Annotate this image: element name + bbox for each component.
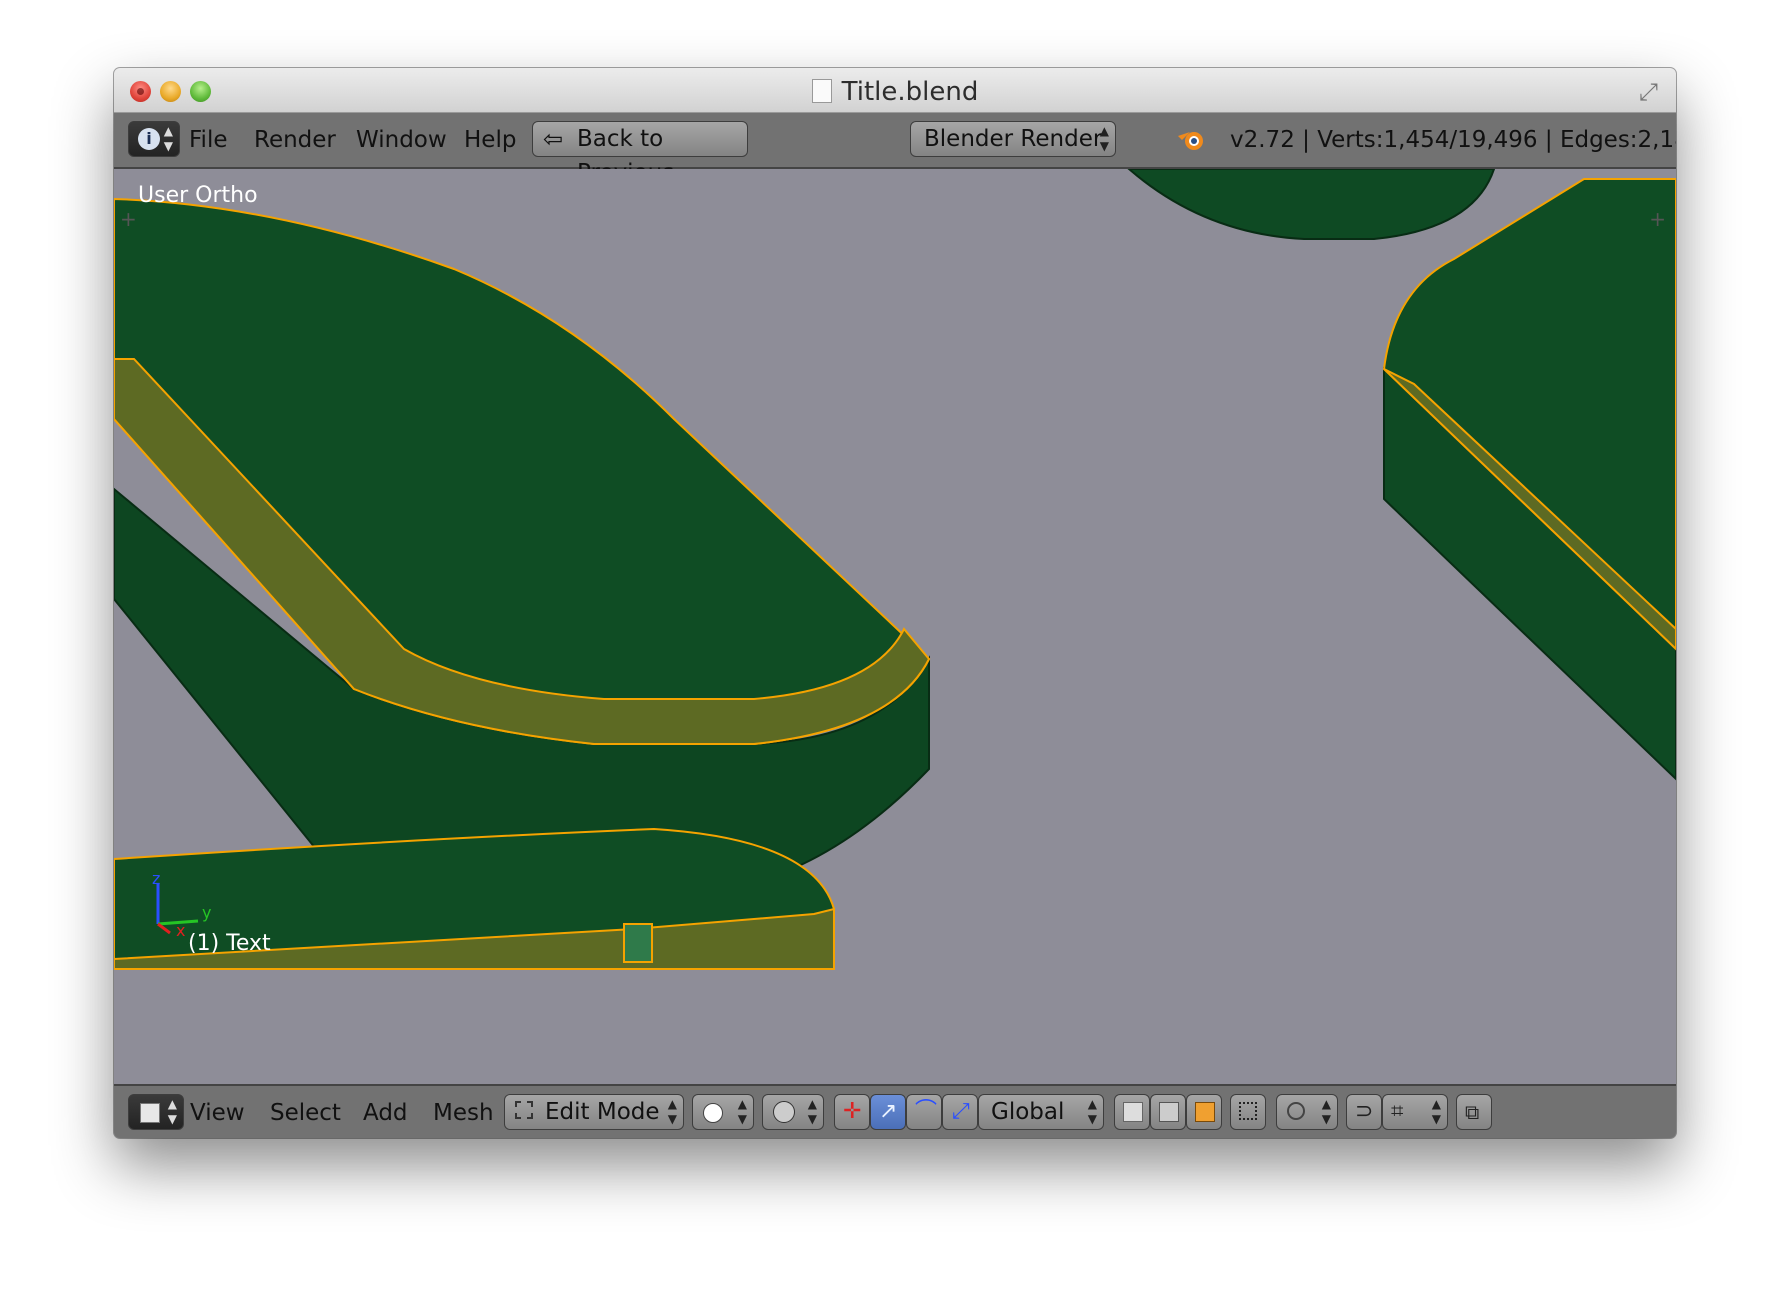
chevron-updown-icon: ▲ ▼ (807, 1097, 817, 1126)
viewport-split-handle-right[interactable]: + (1649, 207, 1666, 231)
scene-stats: v2.72 | Verts:1,454/19,496 | Edges:2,181 (1230, 127, 1676, 153)
proportional-editing-icon (1287, 1102, 1305, 1120)
chevron-updown-icon: ▲ ▼ (737, 1097, 747, 1126)
pivot-icon (773, 1101, 795, 1123)
occlude-geometry-toggle[interactable] (1230, 1094, 1266, 1130)
edge-select-icon (1159, 1102, 1179, 1122)
transform-orientation-select[interactable]: Global ▲ ▼ (978, 1094, 1104, 1130)
rotate-manipulator-button[interactable]: ⌒ (906, 1094, 942, 1130)
snap-target-button[interactable]: ⧉ (1456, 1094, 1492, 1130)
object-label: (1) Text (188, 931, 271, 956)
mesh-object-top (1127, 169, 1496, 240)
menu-window[interactable]: Window (356, 127, 447, 153)
viewport-split-handle-left[interactable]: + (120, 207, 137, 231)
proportional-editing-select[interactable]: ▲ ▼ (1276, 1094, 1338, 1130)
window-title: Title.blend (114, 77, 1676, 107)
mesh-canvas (114, 169, 1676, 970)
face-select-mode-button[interactable] (1186, 1094, 1222, 1130)
chevron-updown-icon: ▲ ▼ (167, 1097, 177, 1126)
viewport-shading-select[interactable]: ▲ ▼ (692, 1094, 754, 1130)
pivot-point-select[interactable]: ▲ ▼ (762, 1094, 824, 1130)
snap-target-icon: ⧉ (1465, 1100, 1480, 1124)
occlude-geometry-icon (1239, 1102, 1257, 1120)
manipulator-icon: ✛ (843, 1099, 862, 1124)
active-face (623, 923, 653, 963)
menu-help[interactable]: Help (464, 127, 516, 153)
mode-select[interactable]: Edit Mode ▲ ▼ (504, 1094, 684, 1130)
edit-mode-icon (515, 1101, 533, 1119)
blender-logo-icon (1178, 132, 1203, 150)
chevron-updown-icon: ▲ ▼ (1431, 1097, 1441, 1126)
menu-view[interactable]: View (190, 1100, 245, 1126)
manipulator-toggle[interactable]: ✛ (834, 1094, 870, 1130)
chevron-updown-icon: ▲ ▼ (1321, 1097, 1331, 1126)
scale-icon: ⤢ (952, 1099, 970, 1124)
blender-window: Title.blend ⤢ i ▲ ▼ File Render Window He… (114, 68, 1676, 1138)
blend-file-icon (811, 79, 832, 103)
vertex-select-icon (1123, 1102, 1143, 1122)
fullscreen-icon[interactable]: ⤢ (1639, 78, 1658, 106)
back-to-previous-button[interactable]: ⇦ Back to Previous (532, 121, 748, 186)
editor-type-button[interactable]: i ▲ ▼ (128, 121, 180, 157)
back-arrow-icon: ⇦ (543, 125, 564, 153)
snap-increment-icon: ⌗ (1391, 1099, 1404, 1124)
chevron-updown-icon: ▲ ▼ (1087, 1097, 1097, 1126)
snap-element-select[interactable]: ⌗ ▲ ▼ (1382, 1094, 1448, 1130)
snap-toggle[interactable]: ⊃ (1346, 1094, 1382, 1130)
chevron-updown-icon: ▲ ▼ (667, 1097, 677, 1126)
menu-select[interactable]: Select (270, 1100, 341, 1126)
magnet-icon: ⊃ (1355, 1099, 1374, 1124)
face-select-icon (1195, 1102, 1215, 1122)
chevron-updown-icon: ▲ ▼ (163, 124, 173, 153)
chevron-updown-icon: ▲ ▼ (1099, 124, 1109, 153)
axis-x-label: x (176, 921, 186, 940)
translate-arrow-icon: ↗ (879, 1099, 898, 1124)
vertex-select-mode-button[interactable] (1114, 1094, 1150, 1130)
view-label: User Ortho (138, 183, 258, 208)
title-bar: Title.blend ⤢ (114, 68, 1676, 113)
3d-view-header: ▲ ▼ View Select Add Mesh Edit Mode ▲ ▼ ▲ ▼ … (114, 1084, 1676, 1138)
info-header: i ▲▼ File Render Window Help ⇦ Back to P… (114, 113, 1676, 186)
cube-icon (140, 1103, 160, 1123)
render-engine-select[interactable]: Blender Render ▲ ▼ (910, 121, 1116, 157)
scale-manipulator-button[interactable]: ⤢ (942, 1094, 978, 1130)
edge-select-mode-button[interactable] (1150, 1094, 1186, 1130)
menu-mesh[interactable]: Mesh (433, 1100, 494, 1126)
rotate-icon: ⌒ (915, 1099, 938, 1124)
axis-y-label: y (202, 903, 212, 922)
translate-manipulator-button[interactable]: ↗ (870, 1094, 906, 1130)
menu-add[interactable]: Add (363, 1100, 408, 1126)
3d-viewport[interactable]: User Ortho + + z y x (1) Text (114, 169, 1676, 1084)
info-icon: i (138, 128, 160, 150)
menu-render[interactable]: Render (254, 127, 336, 153)
menu-file[interactable]: File (189, 127, 228, 153)
solid-shading-icon (703, 1103, 723, 1123)
axis-z-label: z (152, 869, 161, 888)
editor-type-3dview-button[interactable]: ▲ ▼ (128, 1094, 184, 1130)
